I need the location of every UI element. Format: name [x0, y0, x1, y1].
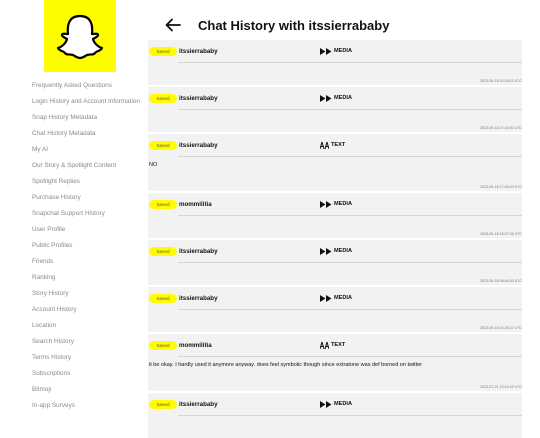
sidebar-item-public-profiles[interactable]: Public Profiles: [32, 242, 73, 250]
sidebar-item-user-profile[interactable]: User Profile: [32, 226, 65, 234]
play-media-icon: [320, 48, 332, 55]
message-header: Saved itssierrababy MEDIA: [148, 87, 522, 110]
sidebar-item-login-history-and-account-information[interactable]: Login History and Account Information: [32, 98, 140, 106]
message-timestamp: 2023-09-16 16:28:27 UTC: [480, 326, 522, 330]
divider: [178, 215, 522, 216]
saved-badge: Saved: [149, 94, 177, 103]
message-card: Saved itssierrababy TEXT NO 2023-09-18 17:05…: [148, 134, 522, 191]
sender-name: mommilitia: [179, 342, 212, 349]
sidebar-item-account-history[interactable]: Account History: [32, 306, 77, 314]
sidebar-item-story-history[interactable]: Story History: [32, 290, 69, 298]
message-card: Saved mommilitia MEDIA 2023-09-18 15:07:44 …: [148, 193, 522, 238]
sidebar-item-my-ai[interactable]: My AI: [32, 146, 48, 154]
message-header: Saved mommilitia MEDIA: [148, 193, 522, 216]
sidebar-item-location[interactable]: Location: [32, 322, 56, 330]
sender-name: mommilitia: [179, 201, 212, 208]
page-header: Chat History with itssierrababy: [163, 14, 389, 36]
message-card: Saved itssierrababy MEDIA 2023-09-18 17:15:…: [148, 87, 522, 132]
saved-badge: Saved: [149, 247, 177, 256]
sidebar-item-frequently-asked-questions[interactable]: Frequently Asked Questions: [32, 82, 112, 90]
message-type-label: TEXT: [331, 142, 346, 148]
message-type-label: MEDIA: [334, 201, 353, 207]
message-text: it be okay. I hardly used it anymore any…: [149, 362, 423, 368]
message-timestamp: 2023-09-18 17:05:10 UTC: [480, 185, 522, 189]
play-media-icon: [320, 95, 332, 102]
message-header: Saved itssierrababy MEDIA: [148, 393, 522, 416]
saved-badge: Saved: [149, 294, 177, 303]
sidebar-item-friends[interactable]: Friends: [32, 258, 53, 266]
message-text: NO: [149, 162, 158, 168]
message-type: MEDIA: [320, 246, 352, 257]
divider: [178, 62, 522, 63]
sender-name: itssierrababy: [179, 142, 218, 149]
sidebar-item-search-history[interactable]: Search History: [32, 338, 74, 346]
snapchat-ghost-icon: [56, 14, 104, 60]
back-button[interactable]: [163, 15, 183, 35]
message-type-label: MEDIA: [334, 295, 353, 301]
sidebar-item-purchase-history[interactable]: Purchase History: [32, 194, 81, 202]
message-type-label: MEDIA: [334, 95, 353, 101]
divider: [178, 356, 522, 357]
sender-name: itssierrababy: [179, 48, 218, 55]
saved-badge: Saved: [149, 200, 177, 209]
divider: [178, 309, 522, 310]
divider: [178, 109, 522, 110]
message-type: MEDIA: [320, 199, 352, 210]
divider: [178, 156, 522, 157]
sidebar-item-in-app-surveys[interactable]: In-app Surveys: [32, 402, 75, 410]
saved-badge: Saved: [149, 341, 177, 350]
arrow-left-icon: [165, 18, 181, 32]
message-type: MEDIA: [320, 93, 352, 104]
saved-badge: Saved: [149, 141, 177, 150]
message-timestamp: 2023-09-18 15:07:44 UTC: [480, 232, 522, 236]
sidebar-item-terms-history[interactable]: Terms History: [32, 354, 71, 362]
message-timestamp: 2023-09-18 17:15:30 UTC: [480, 126, 522, 130]
play-media-icon: [320, 201, 332, 208]
play-media-icon: [320, 295, 332, 302]
sidebar-item-ranking[interactable]: Ranking: [32, 274, 55, 282]
message-header: Saved itssierrababy MEDIA: [148, 240, 522, 263]
message-type: TEXT: [320, 140, 345, 151]
message-type-label: MEDIA: [334, 48, 353, 54]
page-title: Chat History with itssierrababy: [198, 17, 390, 33]
message-header: Saved itssierrababy MEDIA: [148, 40, 522, 63]
divider: [178, 415, 522, 416]
message-card: Saved itssierrababy MEDIA 2023-09-18 20:18:…: [148, 40, 522, 85]
message-card: Saved itssierrababy MEDIA 2023-09-18 09:44:…: [148, 240, 522, 285]
sidebar-item-snap-history-metadata[interactable]: Snap History Metadata: [32, 114, 97, 122]
text-aa-icon: [320, 342, 329, 349]
sidebar-item-snapchat-support-history[interactable]: Snapchat Support History: [32, 210, 105, 218]
message-card: Saved mommilitia TEXT it be okay. I hardly …: [148, 334, 522, 391]
message-type: MEDIA: [320, 46, 352, 57]
message-header: Saved itssierrababy MEDIA: [148, 287, 522, 310]
message-type: TEXT: [320, 340, 345, 351]
message-timestamp: 2023-09-18 09:44:20 UTC: [480, 279, 522, 283]
sidebar-item-spotlight-replies[interactable]: Spotlight Replies: [32, 178, 80, 186]
message-type: MEDIA: [320, 293, 352, 304]
sidebar-item-our-story-spotlight-content[interactable]: Our Story & Spotlight Content: [32, 162, 116, 170]
sender-name: itssierrababy: [179, 248, 218, 255]
message-type-label: TEXT: [331, 342, 346, 348]
message-header: Saved mommilitia TEXT: [148, 334, 522, 357]
saved-badge: Saved: [149, 47, 177, 56]
message-type-label: MEDIA: [334, 248, 353, 254]
sidebar-item-bitmoji[interactable]: Bitmoji: [32, 386, 51, 394]
message-header: Saved itssierrababy TEXT: [148, 134, 522, 157]
sender-name: itssierrababy: [179, 295, 218, 302]
divider: [178, 262, 522, 263]
message-timestamp: 2023-09-18 20:18:21 UTC: [480, 79, 522, 83]
sidebar-item-subscriptions[interactable]: Subscriptions: [32, 370, 70, 378]
message-timestamp: 2023-07-21 22:19:42 UTC: [480, 385, 522, 389]
sender-name: itssierrababy: [179, 95, 218, 102]
message-card: Saved itssierrababy MEDIA: [148, 393, 522, 438]
sidebar-item-chat-history-metadata[interactable]: Chat History Metadata: [32, 130, 96, 138]
snapchat-logo: [44, 0, 116, 72]
text-aa-icon: [320, 142, 329, 149]
message-card: Saved itssierrababy MEDIA 2023-09-16 16:28:…: [148, 287, 522, 332]
play-media-icon: [320, 248, 332, 255]
